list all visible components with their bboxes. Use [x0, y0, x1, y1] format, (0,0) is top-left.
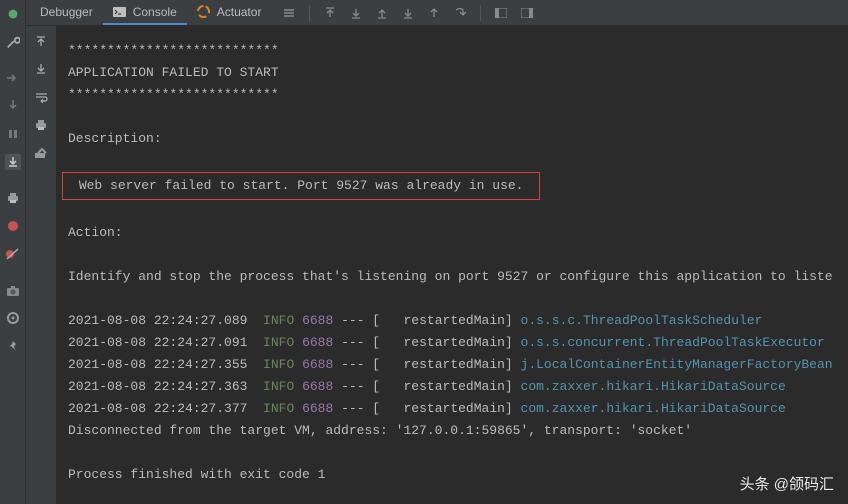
arrow-up-icon[interactable] [424, 3, 444, 23]
log-line: Process finished with exit code 1 [68, 467, 325, 482]
print2-icon[interactable] [32, 116, 50, 134]
tab-label: Debugger [40, 5, 93, 19]
log-row-4: 2021-08-08 22:24:27.377 INFO 6688 --- [ … [68, 401, 786, 416]
down-to-icon[interactable] [346, 3, 366, 23]
tab-console[interactable]: Console [103, 0, 187, 25]
log-line: Description: [68, 131, 162, 146]
debug-tabs: Debugger Console Actuator [26, 0, 848, 26]
redo-down-icon[interactable] [450, 3, 470, 23]
settings-icon[interactable] [5, 310, 21, 326]
layout-left-icon[interactable] [491, 3, 511, 23]
clear-icon[interactable] [32, 144, 50, 162]
log-line: Identify and stop the process that's lis… [68, 269, 833, 284]
error-text: Web server failed to start. Port 9527 wa… [79, 178, 524, 193]
pin-icon[interactable] [5, 338, 21, 354]
step-into-icon[interactable] [5, 98, 21, 114]
console-output[interactable]: *************************** APPLICATION … [56, 26, 848, 504]
layout-right-icon[interactable] [517, 3, 537, 23]
scroll-bottom-icon[interactable] [32, 60, 50, 78]
log-line: *************************** [68, 87, 279, 102]
log-row-0: 2021-08-08 22:24:27.089 INFO 6688 --- [ … [68, 313, 762, 328]
tab-debugger[interactable]: Debugger [30, 0, 103, 25]
download-icon[interactable] [5, 154, 21, 170]
tab-label: Actuator [217, 5, 262, 19]
watermark: 头条 @颌码汇 [740, 473, 834, 494]
console-icon [113, 5, 127, 19]
wrench-icon[interactable] [5, 34, 21, 50]
log-row-2: 2021-08-08 22:24:27.355 INFO 6688 --- [ … [68, 357, 833, 372]
log-line: Disconnected from the target VM, address… [68, 423, 692, 438]
upload-icon[interactable] [372, 3, 392, 23]
pause-icon[interactable] [5, 126, 21, 142]
step-over-icon[interactable] [5, 70, 21, 86]
separator [480, 5, 481, 21]
tab-actuator[interactable]: Actuator [187, 0, 272, 25]
scroll-top-icon[interactable] [32, 32, 50, 50]
print-icon[interactable] [5, 190, 21, 206]
ide-tool-strip [0, 0, 26, 504]
mute-breakpoints-icon[interactable] [5, 246, 21, 262]
error-highlight: Web server failed to start. Port 9527 wa… [62, 172, 540, 200]
log-line: APPLICATION FAILED TO START [68, 65, 279, 80]
log-line: Action: [68, 225, 123, 240]
softwrap-icon[interactable] [32, 88, 50, 106]
log-line: *************************** [68, 43, 279, 58]
log-row-3: 2021-08-08 22:24:27.363 INFO 6688 --- [ … [68, 379, 786, 394]
actuator-icon [197, 5, 211, 19]
tab-label: Console [133, 5, 177, 19]
filter-icon[interactable] [279, 3, 299, 23]
up-out-icon[interactable] [320, 3, 340, 23]
camera-icon[interactable] [5, 282, 21, 298]
download2-icon[interactable] [398, 3, 418, 23]
console-gutter [26, 26, 56, 504]
separator [309, 5, 310, 21]
toolbar-icons [271, 0, 537, 25]
log-row-1: 2021-08-08 22:24:27.091 INFO 6688 --- [ … [68, 335, 825, 350]
breakpoint-icon[interactable] [5, 218, 21, 234]
bug-icon[interactable] [5, 6, 21, 22]
